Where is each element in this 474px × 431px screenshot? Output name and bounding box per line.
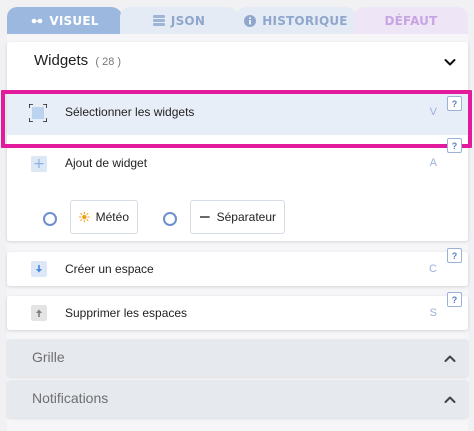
chevron-up-icon[interactable]	[444, 394, 456, 406]
shortcut-key: S	[429, 307, 437, 319]
help-icon[interactable]: ?	[447, 248, 462, 263]
tab-visuel[interactable]: VISUEL	[7, 7, 123, 34]
chevron-down-icon[interactable]	[444, 56, 456, 68]
meteo-option[interactable]: Météo	[70, 200, 138, 234]
tab-defaut[interactable]: DÉFAUT	[354, 7, 468, 34]
plus-icon: +	[31, 156, 47, 172]
sun-icon	[79, 211, 90, 223]
widgets-card: Widgets ( 28 ) Sélectionner les widgets …	[1, 42, 472, 241]
section-grille[interactable]: Grille	[7, 339, 468, 377]
widgets-title: Widgets ( 28 )	[34, 52, 121, 69]
section-notifications[interactable]: Notifications	[7, 380, 468, 418]
tab-historique[interactable]: HISTORIQUE	[236, 7, 356, 34]
tab-defaut-label: DÉFAUT	[384, 13, 438, 28]
selection-highlight	[1, 90, 472, 148]
shortcut-key: C	[429, 263, 437, 275]
tab-json[interactable]: JSON	[120, 7, 238, 34]
widgets-title-label: Widgets	[34, 52, 89, 69]
tab-visuel-label: VISUEL	[49, 13, 99, 28]
help-icon[interactable]: ?	[447, 138, 462, 153]
dash-icon	[199, 216, 210, 218]
delete-spaces-row[interactable]: Supprimer les espaces S ?	[7, 292, 468, 330]
add-widget-label: Ajout de widget	[65, 156, 148, 170]
create-space-row[interactable]: Créer un espace C ?	[7, 248, 468, 286]
separateur-label: Séparateur	[216, 210, 276, 224]
separateur-option[interactable]: Séparateur	[190, 200, 285, 234]
tab-historique-label: HISTORIQUE	[262, 13, 348, 28]
arrow-up-icon	[31, 305, 47, 321]
info-icon	[244, 14, 257, 27]
arrow-down-icon	[31, 261, 47, 277]
database-icon	[152, 15, 165, 26]
shortcut-key: A	[429, 157, 437, 169]
help-icon[interactable]: ?	[447, 292, 462, 307]
delete-spaces-label: Supprimer les espaces	[65, 306, 188, 320]
add-widget-row[interactable]: + Ajout de widget A ?	[7, 138, 468, 184]
separateur-radio[interactable]	[163, 212, 177, 226]
tab-bar: VISUEL JSON HISTORIQUE DÉFAUT	[0, 0, 474, 34]
meteo-radio[interactable]	[43, 212, 57, 226]
tab-json-label: JSON	[170, 13, 206, 28]
main-panel: Widgets ( 28 ) Sélectionner les widgets …	[1, 34, 472, 431]
meteo-label: Météo	[95, 210, 129, 224]
chevron-up-icon[interactable]	[444, 353, 456, 365]
section-grille-title: Grille	[32, 349, 65, 365]
create-space-label: Créer un espace	[65, 262, 154, 276]
glasses-icon	[31, 17, 43, 25]
widgets-count: ( 28 )	[95, 56, 122, 68]
widgets-header[interactable]: Widgets ( 28 )	[7, 42, 468, 84]
section-notifications-title: Notifications	[32, 390, 109, 406]
